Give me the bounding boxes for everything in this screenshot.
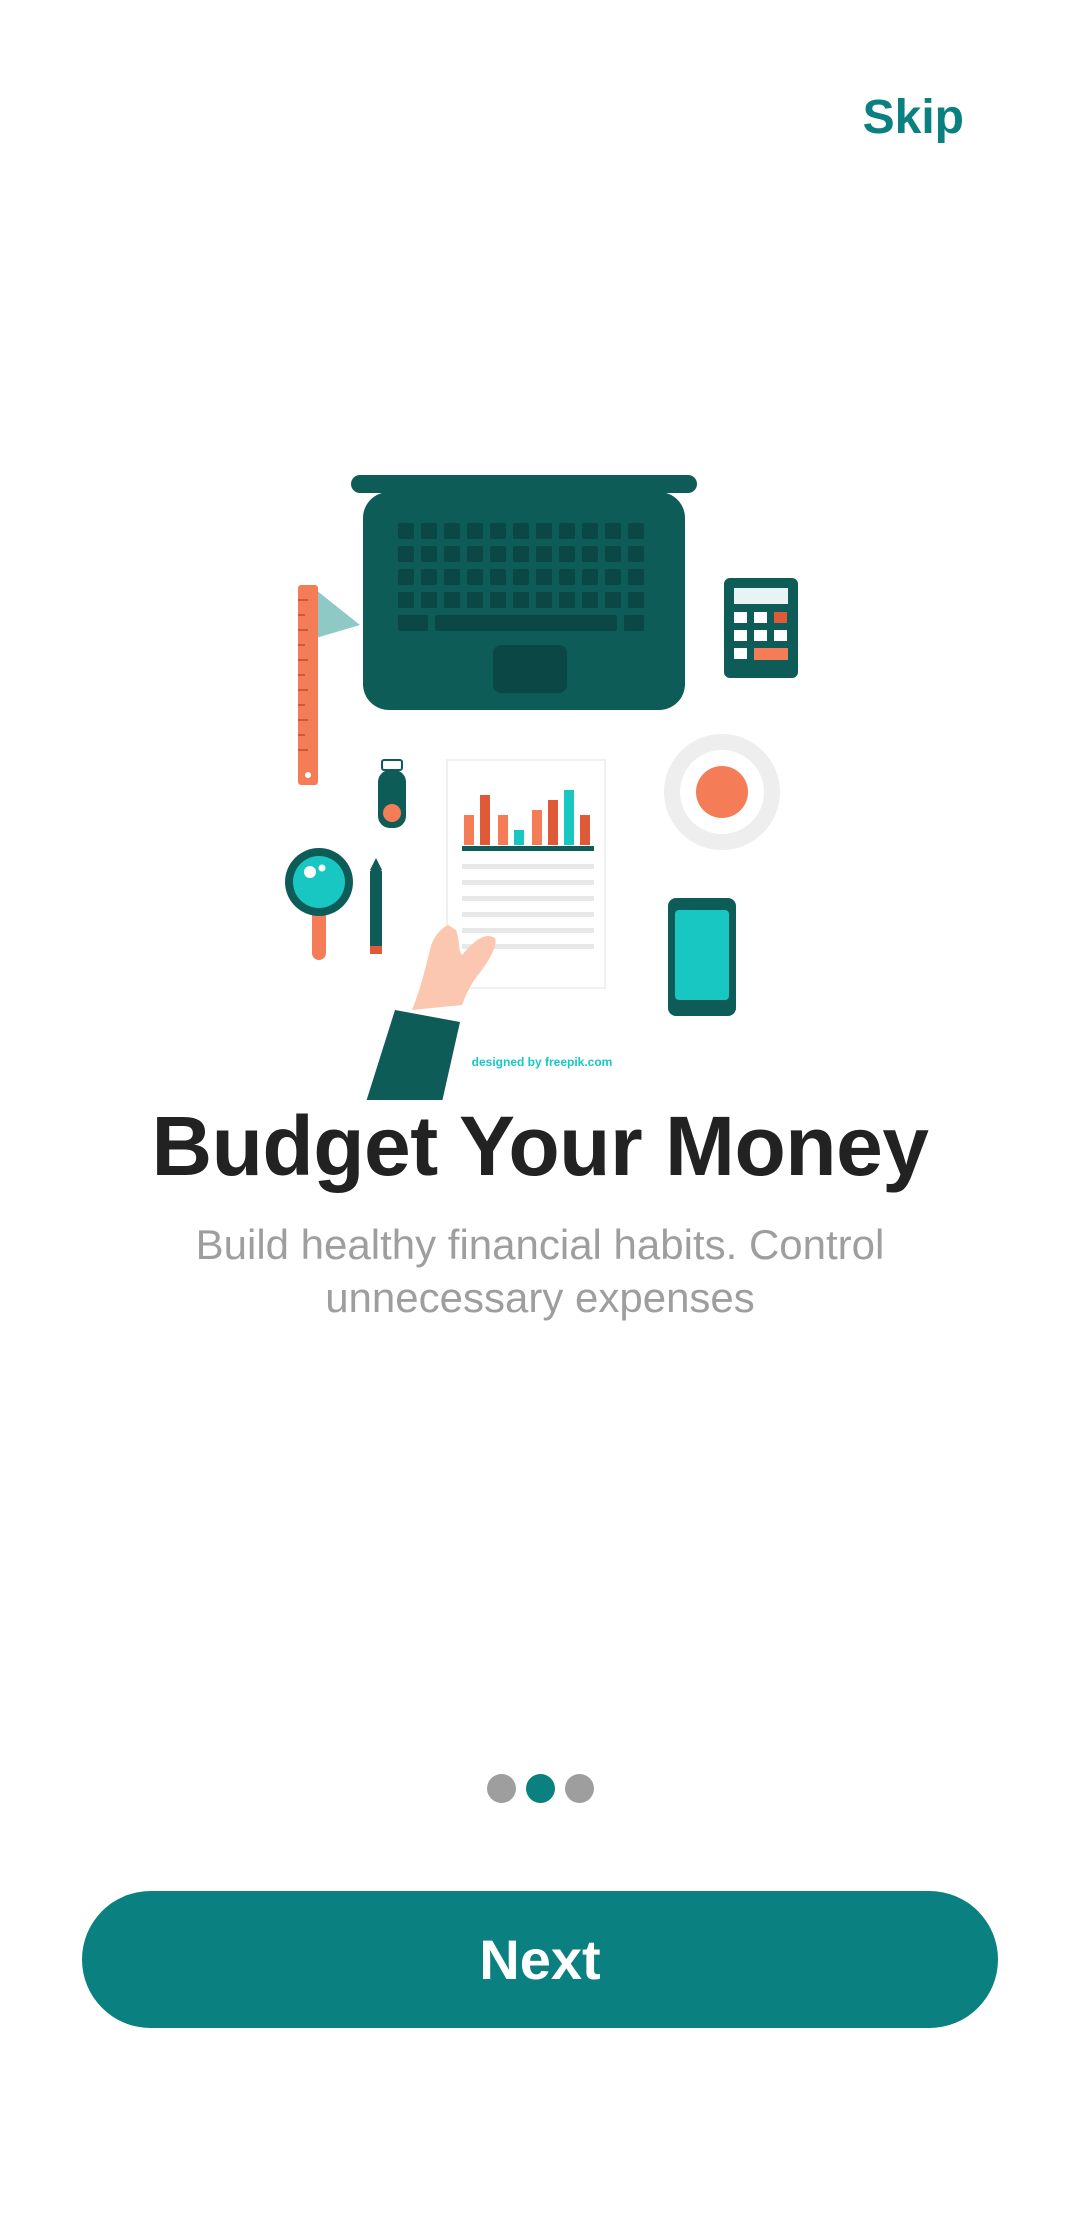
page-indicator-dot-active bbox=[525, 1774, 555, 1803]
phone-icon bbox=[668, 898, 736, 1016]
illustration-credit: designed by freepik.com bbox=[472, 1055, 613, 1069]
budget-illustration: designed by freepik.com bbox=[285, 475, 798, 1100]
page-title: Budget Your Money bbox=[151, 1099, 929, 1193]
page-indicator-dot bbox=[486, 1774, 516, 1803]
page-subtitle: Build healthy financial habits. Control … bbox=[195, 1221, 885, 1321]
skip-button[interactable]: Skip bbox=[863, 88, 964, 148]
usb-drive-icon bbox=[378, 759, 406, 828]
next-button[interactable]: Next bbox=[82, 1891, 998, 2028]
page-indicator-dot bbox=[564, 1774, 594, 1803]
pen-icon bbox=[370, 858, 382, 954]
ruler-icon bbox=[298, 585, 360, 785]
coffee-cup-icon bbox=[664, 734, 780, 850]
magnifier-icon bbox=[285, 848, 353, 960]
hand-icon bbox=[366, 925, 496, 1100]
calculator-icon bbox=[724, 578, 798, 678]
page-indicator bbox=[0, 1774, 1080, 1803]
laptop-icon bbox=[351, 475, 697, 710]
onboarding-screen: Skip designed by freepik.com Budget Your… bbox=[0, 0, 1080, 2220]
